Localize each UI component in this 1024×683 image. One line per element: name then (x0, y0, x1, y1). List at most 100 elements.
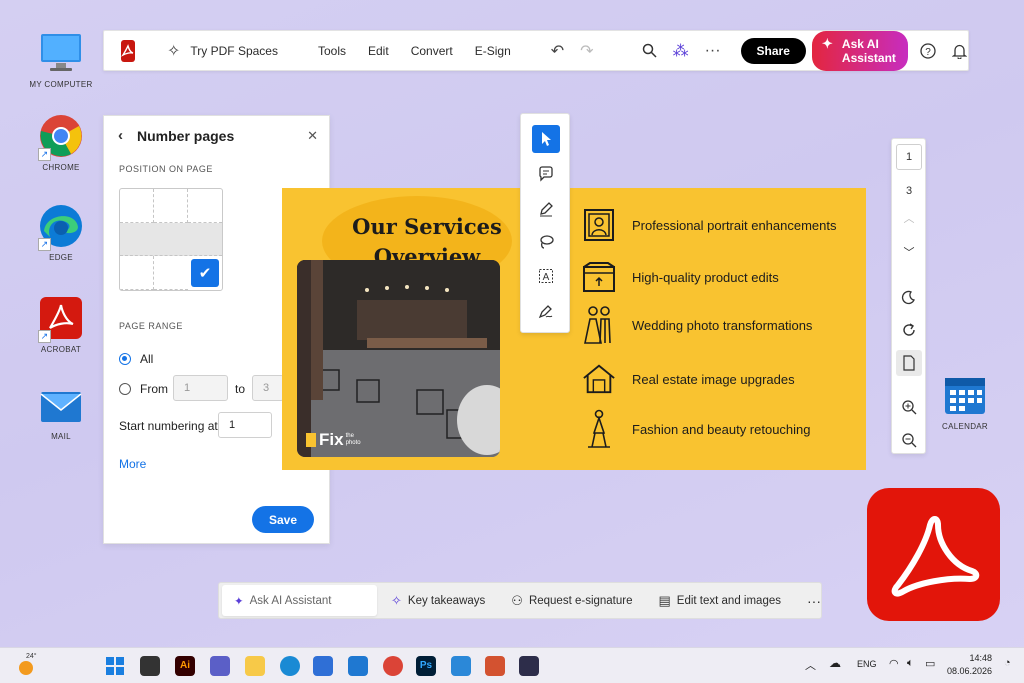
select-tool[interactable] (532, 125, 560, 153)
menu-tools[interactable]: Tools (318, 44, 346, 58)
battery-icon[interactable]: ▭ (925, 657, 935, 670)
ai-tools-icon[interactable]: ⁂ (673, 41, 689, 61)
wifi-icon[interactable]: ◠ (889, 657, 899, 670)
close-icon[interactable]: ✕ (307, 128, 318, 144)
help-icon[interactable]: ? (920, 41, 936, 61)
request-esignature-button[interactable]: ⚇ Request e-signature (511, 593, 632, 609)
key-takeaways-button[interactable]: ✧ Key takeaways (391, 593, 485, 609)
start-windows-icon[interactable] (105, 656, 125, 676)
service-text: Professional portrait enhancements (632, 217, 837, 233)
panel-header: ‹ Number pages ✕ (118, 127, 318, 144)
more-options-icon[interactable]: ··· (807, 593, 821, 609)
current-page-field[interactable]: 1 (896, 144, 922, 170)
zoom-in-icon[interactable] (896, 394, 922, 420)
range-from-input[interactable]: 1 (173, 375, 228, 401)
lasso-tool[interactable] (532, 228, 560, 256)
back-chevron-icon[interactable]: ‹ (118, 127, 123, 144)
desktop-icon-acrobat[interactable]: ↗ ACROBAT (25, 295, 97, 354)
mail-taskbar-icon[interactable] (348, 656, 368, 676)
range-to-label: to (235, 382, 246, 396)
product-box-icon (582, 260, 616, 294)
range-all-radio[interactable]: All (119, 352, 153, 366)
sign-tool[interactable] (532, 297, 560, 325)
text-box-tool[interactable]: A (532, 262, 560, 290)
document-photo: Fix the photo (297, 260, 500, 457)
shortcut-arrow-icon: ↗ (38, 330, 51, 343)
acrobat-toolbar: ✧ Try PDF Spaces Tools Edit Convert E-Si… (103, 30, 969, 71)
radio-selected-icon (119, 353, 131, 365)
clock[interactable]: 14:48 08.06.2026 (946, 652, 992, 678)
position-bottom-left[interactable] (120, 256, 154, 290)
notifications-bell-icon[interactable] (951, 41, 967, 61)
edit-text-images-button[interactable]: ▤ Edit text and images (659, 593, 782, 609)
range-all-label: All (140, 352, 154, 366)
desktop-icon-chrome[interactable]: ↗ CHROME (25, 113, 97, 172)
photoshop-icon[interactable]: Ps (416, 656, 436, 676)
desktop-icon-edge[interactable]: ↗ EDGE (25, 203, 97, 262)
desktop-icon-calendar[interactable]: CALENDAR (929, 372, 1001, 431)
ask-ai-input[interactable]: ✦ Ask AI Assistant (222, 585, 378, 616)
volume-icon[interactable]: 🔈︎ (907, 657, 914, 670)
start-numbering-input[interactable]: 1 (218, 412, 272, 438)
panel-title: Number pages (137, 127, 235, 144)
service-item: Real estate image upgrades (582, 362, 842, 396)
menu-esign[interactable]: E-Sign (475, 44, 511, 58)
photos-icon[interactable] (451, 656, 471, 676)
previous-page-chevron-up-icon[interactable]: ︿ (896, 205, 922, 231)
monitor-icon (38, 30, 84, 76)
sparkle-icon: ✧ (391, 592, 402, 608)
position-top-center[interactable] (154, 189, 188, 223)
desktop-icon-label: EDGE (49, 253, 73, 262)
desktop-icon-mail[interactable]: MAIL (25, 382, 97, 441)
powerpoint-icon[interactable] (485, 656, 505, 676)
edit-layout-icon: ▤ (658, 592, 671, 608)
redo-icon[interactable]: ↷ (580, 41, 593, 61)
more-icon[interactable]: ··· (705, 41, 721, 61)
onedrive-cloud-icon[interactable]: ☁ (829, 656, 841, 670)
share-button[interactable]: Share (740, 37, 806, 64)
search-icon[interactable] (642, 41, 657, 61)
fix-the-photo-logo: Fix the photo (306, 430, 366, 450)
menu-convert[interactable]: Convert (411, 44, 453, 58)
comment-tool[interactable] (532, 160, 560, 188)
service-item: Fashion and beauty retouching (582, 409, 842, 448)
position-bottom-right[interactable]: ✔ (191, 259, 219, 287)
chrome-taskbar-icon[interactable] (383, 656, 403, 676)
desktop-icon-my-computer[interactable]: MY COMPUTER (25, 30, 97, 89)
more-link[interactable]: More (119, 457, 146, 471)
file-explorer-icon[interactable] (245, 656, 265, 676)
range-to-input[interactable]: 3 (252, 375, 284, 401)
next-page-chevron-down-icon[interactable]: ﹀ (896, 239, 922, 265)
notification-center-icon[interactable]: ◔ (1004, 657, 1011, 669)
edge-icon: ↗ (38, 203, 84, 251)
task-view-icon[interactable] (140, 656, 160, 676)
position-bottom-center[interactable] (154, 256, 188, 290)
teams-icon[interactable] (210, 656, 230, 676)
save-button[interactable]: Save (252, 506, 314, 533)
dark-mode-icon[interactable] (896, 284, 922, 310)
edge-taskbar-icon[interactable] (280, 656, 300, 676)
document-title-line1: Our Services (352, 214, 502, 239)
illustrator-icon[interactable]: Ai (175, 656, 195, 676)
menu-edit[interactable]: Edit (368, 44, 389, 58)
acrobat-logo-icon[interactable] (121, 39, 135, 62)
svg-text:A: A (543, 272, 550, 283)
logo-square-icon (306, 433, 316, 447)
highlight-pen-tool[interactable] (532, 195, 560, 223)
ask-ai-assistant-button[interactable]: ✦ Ask AI Assistant (811, 30, 908, 71)
try-pdf-spaces-button[interactable]: Try PDF Spaces (190, 44, 278, 58)
logo-sub-text: the photo (345, 433, 361, 446)
weather-widget[interactable]: 24° (16, 653, 38, 676)
media-app-icon[interactable] (519, 656, 539, 676)
undo-icon[interactable]: ↶ (551, 41, 564, 61)
store-icon[interactable] (313, 656, 333, 676)
position-top-right[interactable] (188, 189, 222, 223)
language-indicator[interactable]: ENG (857, 659, 877, 669)
desktop-icon-label: MY COMPUTER (29, 80, 93, 89)
page-fit-icon[interactable] (896, 350, 922, 376)
zoom-out-icon[interactable] (896, 427, 922, 453)
range-from-radio[interactable]: From (119, 382, 168, 396)
position-top-left[interactable] (120, 189, 154, 223)
rotate-icon[interactable] (896, 317, 922, 343)
show-hidden-icons-chevron-up-icon[interactable]: ︿ (805, 657, 816, 673)
